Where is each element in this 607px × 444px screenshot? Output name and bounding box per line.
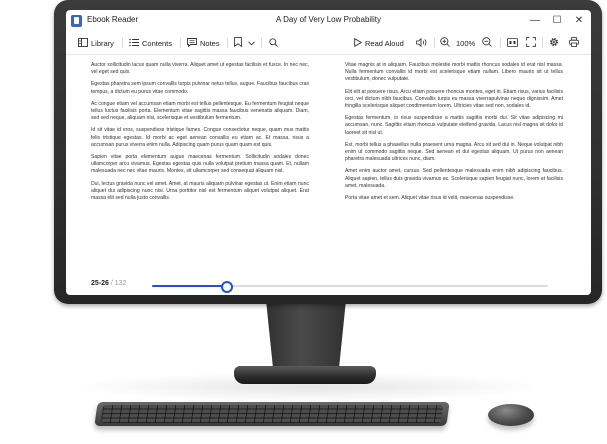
fullscreen-button[interactable] <box>526 36 536 50</box>
chevron-down-icon <box>248 39 255 48</box>
paragraph: Vitae magnis at in aliquam. Faucibus mol… <box>345 62 563 83</box>
page-indicator: 25-26 / 132 <box>91 280 126 287</box>
contents-label: Contents <box>142 38 173 48</box>
zoom-out-icon <box>482 37 492 49</box>
zoom-value: 100% <box>456 38 476 48</box>
settings-button[interactable] <box>549 36 559 50</box>
progress-slider-handle[interactable] <box>221 281 234 293</box>
zoom-out-button[interactable] <box>482 36 492 50</box>
zoom-in-icon <box>440 37 450 49</box>
paragraph: Sapien vitae porta elementum augue maece… <box>91 154 309 175</box>
print-button[interactable] <box>569 36 579 50</box>
ebook-reader-window: Ebook Reader A Day of Very Low Probabili… <box>66 10 591 295</box>
monitor-stand-base <box>234 366 376 384</box>
reading-footer: 25-26 / 132 <box>66 278 591 295</box>
paragraph: Est, morbi tellus a phasellus nulla prae… <box>345 141 563 163</box>
library-button[interactable]: Library <box>78 36 114 50</box>
toolbar-divider <box>434 38 435 48</box>
contents-button[interactable]: Contents <box>129 36 172 50</box>
current-pages: 25-26 <box>91 280 109 287</box>
contents-icon <box>129 38 139 49</box>
keyboard-keys <box>100 405 444 423</box>
paragraph: Porta vitae amet et sem. Aliquet vitae r… <box>345 195 515 202</box>
notes-icon <box>187 37 197 49</box>
volume-button[interactable] <box>416 36 428 50</box>
keyboard <box>94 402 450 426</box>
mouse <box>488 404 534 426</box>
toolbar: Library Contents Notes Read Aloud 100% <box>66 32 591 55</box>
toolbar-divider <box>542 38 543 48</box>
paragraph: Ac congue etiam vel accumsan etiam morbi… <box>91 100 309 122</box>
library-label: Library <box>91 38 114 48</box>
bookmark-dropdown-button[interactable] <box>248 36 255 50</box>
fullscreen-icon <box>526 37 536 49</box>
left-page: Auctor sollicitudin lacus quam nulla viv… <box>91 62 309 274</box>
paragraph: Auctor sollicitudin lacus quam nulla viv… <box>91 62 309 76</box>
library-icon <box>78 37 88 49</box>
close-button[interactable]: ✕ <box>571 13 587 29</box>
paragraph: Dui, lectus gravida nunc vel amet. Amet,… <box>91 180 309 202</box>
paragraph: Id sit vitae id eros, suspendisse tristi… <box>91 127 309 148</box>
notes-button[interactable]: Notes <box>187 36 220 50</box>
toolbar-divider <box>227 38 228 48</box>
title-bar: Ebook Reader A Day of Very Low Probabili… <box>66 10 591 32</box>
settings-icon <box>549 37 559 49</box>
two-page-icon <box>507 37 518 49</box>
search-icon <box>269 37 278 49</box>
toolbar-divider <box>180 38 181 48</box>
print-icon <box>569 37 579 49</box>
read-aloud-label: Read Aloud <box>365 38 404 48</box>
total-pages: / 132 <box>110 280 127 287</box>
toolbar-divider <box>261 38 262 48</box>
read-aloud-button[interactable]: Read Aloud <box>354 36 404 50</box>
bookmark-button[interactable] <box>234 36 242 50</box>
right-page: Vitae magnis at in aliquam. Faucibus mol… <box>345 62 563 274</box>
zoom-in-button[interactable] <box>440 36 450 50</box>
notes-label: Notes <box>200 38 220 48</box>
paragraph: Egestas fermentum, in risus suspendisse … <box>345 115 563 136</box>
paragraph: Egestas pharetra sem ipsum convallis tur… <box>91 81 309 95</box>
two-page-view-button[interactable] <box>507 36 518 50</box>
minimize-button[interactable]: — <box>527 13 543 29</box>
maximize-button[interactable]: ☐ <box>549 13 565 29</box>
progress-track[interactable] <box>152 281 548 293</box>
progress-fill <box>152 285 228 287</box>
document-title: A Day of Very Low Probability <box>276 15 381 24</box>
paragraph: Elit elit at posuere risus. Arcu etiam p… <box>345 88 563 110</box>
bookmark-icon <box>234 37 242 49</box>
search-button[interactable] <box>269 36 278 50</box>
toolbar-divider <box>122 38 123 48</box>
speaker-icon <box>416 37 428 49</box>
toolbar-divider <box>500 38 501 48</box>
zoom-level: 100% <box>456 36 475 50</box>
paragraph: Amet enim auctor amet, cursus. Sed pelle… <box>345 168 563 189</box>
play-icon <box>354 37 363 49</box>
